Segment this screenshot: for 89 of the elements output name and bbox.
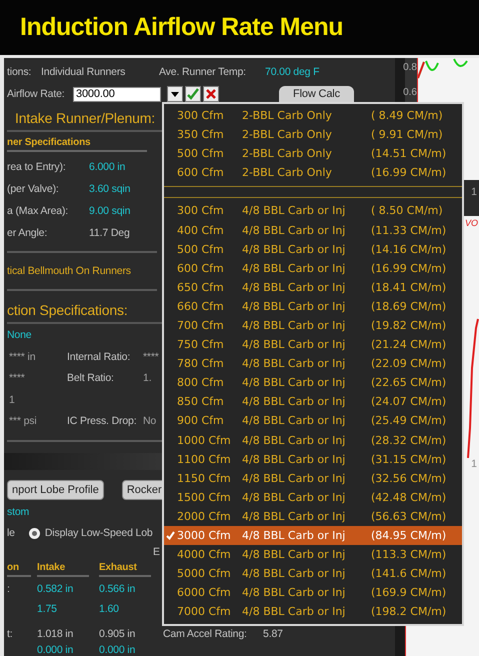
field-label: er Angle: (7, 227, 48, 239)
menu-item[interactable]: 400 Cfm 4/8 BBL Carb or Inj (11.33 CM/m) (164, 220, 462, 240)
checkmark-icon (164, 531, 177, 540)
menu-item[interactable]: 1500 Cfm 4/8 BBL Carb or Inj (42.48 CM/m) (164, 488, 462, 507)
radio-label: Display Low-Speed Lob (44, 527, 153, 539)
field-value: stom (7, 506, 30, 518)
confirm-button[interactable] (185, 86, 201, 102)
axis-tick-label: 1 (471, 458, 477, 470)
line-chart-drawing (418, 58, 468, 80)
table-cell: 1.60 (99, 603, 119, 615)
field-value: 9.00 sqin (89, 205, 130, 217)
table-cell: 1.75 (37, 603, 57, 615)
menu-item[interactable]: 3000 Cfm 4/8 BBL Carb or Inj (84.95 CM/m) (164, 526, 462, 546)
menu-item[interactable]: 1150 Cfm 4/8 BBL Carb or Inj (32.56 CM/m) (164, 468, 462, 488)
column-header: Intake (37, 562, 89, 577)
field-label: a (Max Area): (7, 205, 68, 217)
menu-item[interactable]: 900 Cfm 4/8 BBL Carb or Inj (25.49 CM/m) (164, 411, 462, 430)
table-cell: 0.566 in (99, 583, 136, 595)
field-label: Ave. Runner Temp: (159, 66, 246, 78)
field-value: **** (143, 350, 159, 363)
table-cell: t: (7, 628, 13, 640)
menu-item[interactable]: 600 Cfm 2-BBL Carb Only (16.99 CM/m) (164, 163, 462, 182)
menu-item[interactable]: 800 Cfm 4/8 BBL Carb or Inj (22.65 CM/m) (164, 373, 462, 392)
table-cell: 0.905 in (99, 628, 136, 640)
page-title: Induction Airflow Rate Menu (20, 13, 344, 42)
field-value: 70.00 deg F (265, 66, 320, 78)
column-header: on (7, 562, 31, 577)
table-cell: 0.000 in (37, 644, 74, 656)
field-label: Internal Ratio: (67, 350, 130, 363)
close-icon (206, 89, 216, 99)
menu-item[interactable]: 500 Cfm 4/8 BBL Carb or Inj (14.16 CM/m) (164, 240, 462, 259)
table-cell: 0.000 in (99, 644, 136, 656)
field-label: IC Press. Drop: (67, 415, 137, 428)
field-value: 1. (143, 372, 152, 384)
menu-item[interactable]: 5000 Cfm 4/8 BBL Carb or Inj (141.6 CM/m) (164, 564, 462, 584)
menu-item[interactable]: 6000 Cfm 4/8 BBL Carb or Inj (169.9 CM/m) (164, 583, 462, 602)
menu-item[interactable]: 750 Cfm 4/8 BBL Carb or Inj (21.24 CM/m) (164, 335, 462, 354)
field-label: E (153, 546, 160, 558)
field-value: 6.000 in (89, 161, 126, 173)
menu-item[interactable]: 850 Cfm 4/8 BBL Carb or Inj (24.07 CM/m) (164, 392, 462, 412)
field-label: le (7, 527, 15, 539)
table-cell: 1.018 in (37, 628, 74, 640)
menu-item[interactable]: 500 Cfm 2-BBL Carb Only (14.51 CM/m) (164, 144, 462, 164)
field-value: 1 (8, 394, 15, 406)
menu-item[interactable]: 650 Cfm 4/8 BBL Carb or Inj (18.41 CM/m) (164, 278, 462, 297)
cancel-button[interactable] (203, 86, 219, 102)
subsection-heading: ner Specifications (7, 136, 147, 152)
menu-item[interactable]: 300 Cfm 2-BBL Carb Only ( 8.49 CM/m) (164, 106, 462, 126)
legend-label: VO (464, 218, 478, 228)
menu-item[interactable]: 700 Cfm 4/8 BBL Carb or Inj (19.82 CM/m) (164, 316, 462, 336)
caret-down-icon (171, 92, 179, 96)
flow-calc-tab[interactable]: Flow Calc (279, 86, 354, 102)
option-label: tical Bellmouth On Runners (7, 265, 131, 277)
field-value: 5.87 (263, 628, 283, 640)
field-label: Airflow Rate: (7, 88, 65, 100)
field-value: No (143, 415, 156, 428)
check-icon (187, 88, 199, 100)
field-label: Belt Ratio: (67, 372, 114, 384)
field-value: **** in (8, 350, 36, 363)
dropdown-button[interactable] (167, 86, 183, 102)
radio-button[interactable] (28, 528, 40, 538)
menu-item[interactable]: 600 Cfm 4/8 BBL Carb or Inj (16.99 CM/m) (164, 258, 462, 278)
menu-item[interactable]: 780 Cfm 4/8 BBL Carb or Inj (22.09 CM/m) (164, 354, 462, 374)
field-label: Cam Accel Rating: (163, 628, 247, 640)
field-value: *** psi (8, 415, 37, 428)
axis-tick-label: 0.8 (403, 62, 417, 73)
menu-item[interactable]: 660 Cfm 4/8 BBL Carb or Inj (18.69 CM/m) (164, 296, 462, 316)
axis-tick-label: 0.6 (403, 87, 417, 98)
column-header: Exhaust (99, 562, 151, 577)
menu-item[interactable]: 1100 Cfm 4/8 BBL Carb or Inj (31.15 CM/m) (164, 450, 462, 469)
field-label: rea to Entry): (7, 161, 66, 173)
menu-item[interactable]: 2000 Cfm 4/8 BBL Carb or Inj (56.63 CM/m) (164, 506, 462, 526)
menu-item[interactable]: 350 Cfm 2-BBL Carb Only ( 9.91 CM/m) (164, 125, 462, 144)
field-label: (per Valve): (7, 183, 59, 195)
table-cell: 0.582 in (37, 583, 74, 595)
menu-item[interactable]: 1000 Cfm 4/8 BBL Carb or Inj (28.32 CM/m) (164, 430, 462, 450)
field-label: tions: (7, 66, 32, 78)
field-value: None (7, 329, 32, 341)
menu-item[interactable]: 300 Cfm 4/8 BBL Carb or Inj ( 8.50 CM/m) (164, 201, 462, 220)
field-value: 3.60 sqin (89, 183, 130, 195)
field-value: **** (8, 372, 25, 384)
field-value: 11.7 Deg (89, 227, 130, 239)
menu-item[interactable]: 7000 Cfm 4/8 BBL Carb or Inj (198.2 CM/m) (164, 602, 462, 622)
airflow-input[interactable]: 3000.00 (73, 86, 161, 102)
table-cell: : (7, 583, 10, 595)
field-value: Individual Runners (41, 66, 126, 78)
menu-item[interactable]: 4000 Cfm 4/8 BBL Carb or Inj (113.3 CM/m) (164, 545, 462, 564)
toolbar-button[interactable]: nport Lobe Profile (7, 480, 104, 500)
axis-tick-label: 1 (471, 186, 477, 198)
